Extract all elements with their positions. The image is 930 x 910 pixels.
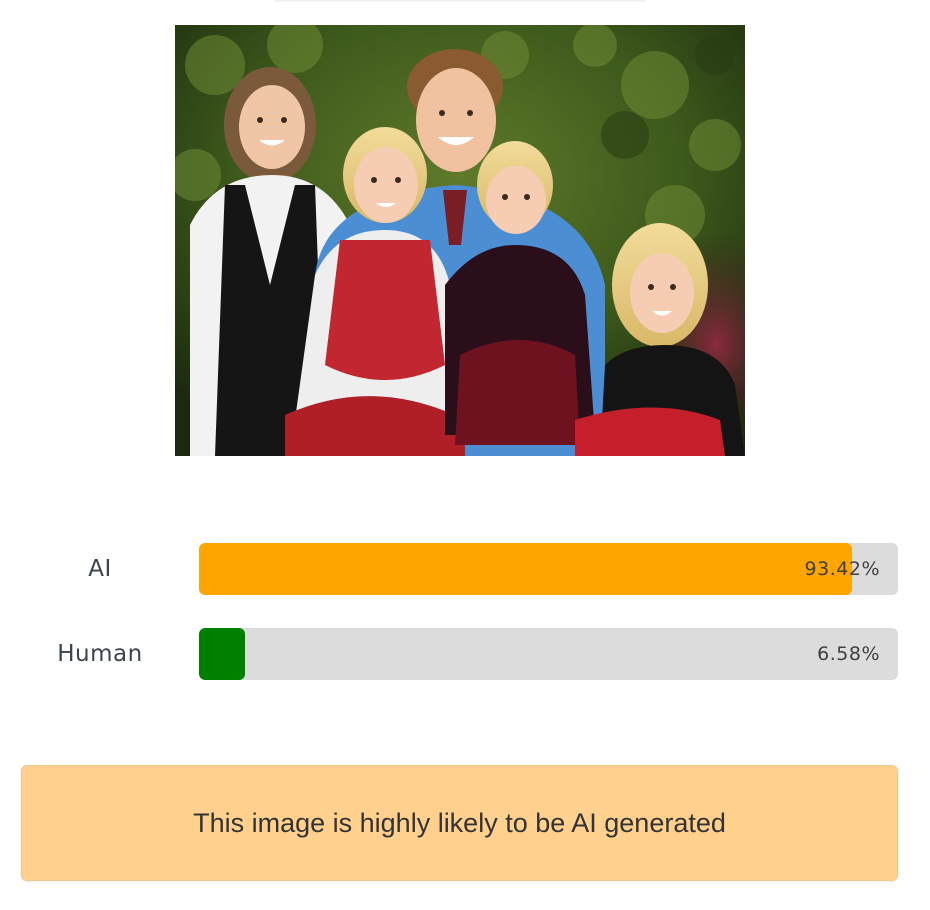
human-score-row: Human 6.58% bbox=[0, 628, 930, 680]
ai-score-row: AI 93.42% bbox=[0, 543, 930, 595]
top-divider bbox=[275, 0, 645, 2]
human-score-fill bbox=[199, 628, 245, 680]
ai-score-percent: 93.42% bbox=[804, 558, 880, 580]
human-score-track: 6.58% bbox=[199, 628, 898, 680]
ai-score-track: 93.42% bbox=[199, 543, 898, 595]
family-portrait-photo bbox=[175, 25, 745, 456]
verdict-text: This image is highly likely to be AI gen… bbox=[193, 807, 726, 838]
verdict-banner: This image is highly likely to be AI gen… bbox=[21, 765, 898, 881]
uploaded-image bbox=[175, 25, 745, 456]
ai-label: AI bbox=[88, 556, 112, 582]
ai-score-fill bbox=[199, 543, 852, 595]
human-label: Human bbox=[57, 641, 143, 667]
human-score-percent: 6.58% bbox=[817, 643, 880, 665]
